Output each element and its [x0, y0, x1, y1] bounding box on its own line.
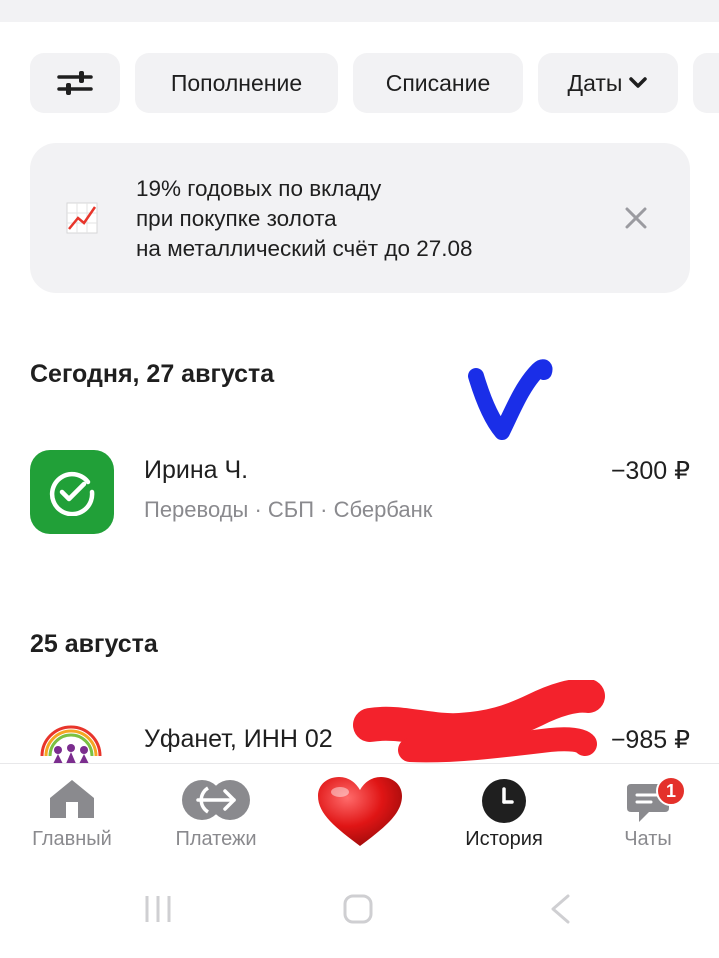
filter-more-chip[interactable] — [693, 53, 719, 113]
system-nav-bar — [0, 863, 719, 958]
sliders-icon — [57, 71, 93, 95]
filter-debit-chip[interactable]: Списание — [353, 53, 523, 113]
filter-dates-label: Даты — [567, 69, 623, 96]
nav-label-chats: Чаты — [624, 828, 672, 850]
bottom-nav: Главный Платежи История 1 Чаты — [0, 763, 719, 863]
payments-arrows-icon — [182, 780, 250, 820]
sber-logo-icon — [30, 450, 114, 534]
nav-label-home: Главный — [32, 828, 112, 850]
filter-settings-button[interactable] — [30, 53, 120, 113]
transaction-subtitle: Переводы · СБП · Сбербанк — [144, 497, 433, 522]
back-icon[interactable] — [548, 893, 572, 925]
filter-debit-label: Списание — [385, 69, 491, 96]
chats-badge: 1 — [656, 776, 686, 806]
nav-item-chats[interactable]: 1 Чаты — [576, 764, 719, 864]
filter-topup-chip[interactable]: Пополнение — [135, 53, 338, 113]
blue-scribble-mark — [468, 359, 553, 440]
ufanet-logo-icon — [40, 725, 102, 763]
recents-icon[interactable] — [142, 893, 174, 925]
clock-icon — [482, 779, 526, 823]
nav-item-history[interactable]: История — [432, 764, 576, 864]
heart-icon — [318, 777, 402, 846]
filter-dates-chip[interactable]: Даты — [538, 53, 678, 113]
date-header-today: Сегодня, 27 августа — [30, 360, 275, 388]
promo-text: 19% годовых по вкладу при покупке золота… — [136, 174, 473, 264]
promo-banner[interactable]: 19% годовых по вкладу при покупке золота… — [30, 143, 690, 293]
filter-bar: Пополнение Списание Даты — [30, 53, 719, 113]
transaction-amount: −985 ₽ — [610, 726, 690, 754]
transaction-name: Ирина Ч. — [144, 456, 249, 484]
close-icon[interactable] — [623, 205, 649, 231]
filter-topup-label: Пополнение — [170, 69, 303, 96]
chevron-down-icon — [629, 77, 648, 88]
nav-label-history: История — [465, 828, 543, 850]
top-strip — [0, 0, 719, 22]
date-header-aug-25: 25 августа — [30, 630, 158, 658]
transaction-name: Уфанет, ИНН 02 — [144, 725, 333, 753]
transaction-row[interactable]: Ирина Ч. Переводы · СБП · Сбербанк −300 … — [30, 450, 690, 540]
promo-line-1: 19% годовых по вкладу — [136, 176, 382, 201]
transaction-amount: −300 ₽ — [610, 457, 690, 485]
home-system-icon[interactable] — [342, 893, 374, 925]
home-icon — [50, 780, 94, 818]
chart-up-icon — [66, 202, 98, 234]
nav-item-home[interactable]: Главный — [0, 764, 144, 864]
promo-line-3: на металлический счёт до 27.08 — [136, 236, 473, 261]
nav-label-payments: Платежи — [175, 828, 257, 850]
nav-item-favorites[interactable] — [288, 764, 432, 864]
promo-line-2: при покупке золота — [136, 206, 337, 231]
nav-item-payments[interactable]: Платежи — [144, 764, 288, 864]
red-redaction-mark — [353, 680, 605, 763]
